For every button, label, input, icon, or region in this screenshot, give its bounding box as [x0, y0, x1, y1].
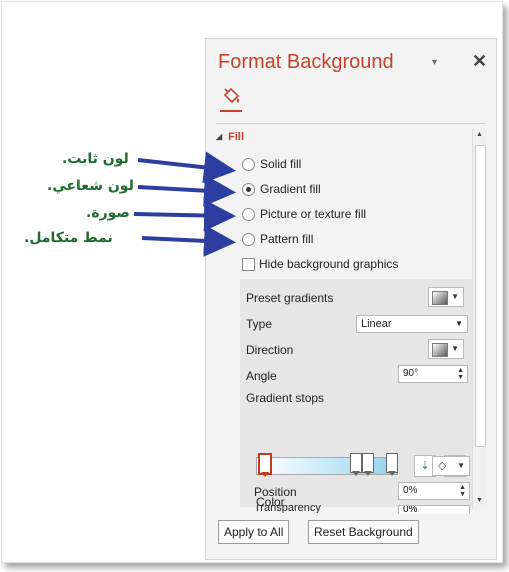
- arrow-to-solid-fill: [137, 151, 236, 184]
- arrow-to-gradient-fill: [137, 174, 236, 207]
- screenshot-frame: Format Background ▾ ✕ ◢ Fill Solid fill G…: [1, 1, 503, 563]
- annotation-picture-fill: صورة.: [86, 205, 130, 221]
- annotation-solid-fill: لون ثابت.: [62, 151, 129, 167]
- arrow-to-pattern-fill: [141, 224, 236, 257]
- annotation-pattern-fill: نمط متكامل.: [24, 230, 113, 246]
- annotation-gradient-fill: لون شعاعي.: [47, 178, 134, 194]
- arrow-to-picture-fill: [133, 199, 236, 232]
- annotation-arrows: [133, 151, 236, 257]
